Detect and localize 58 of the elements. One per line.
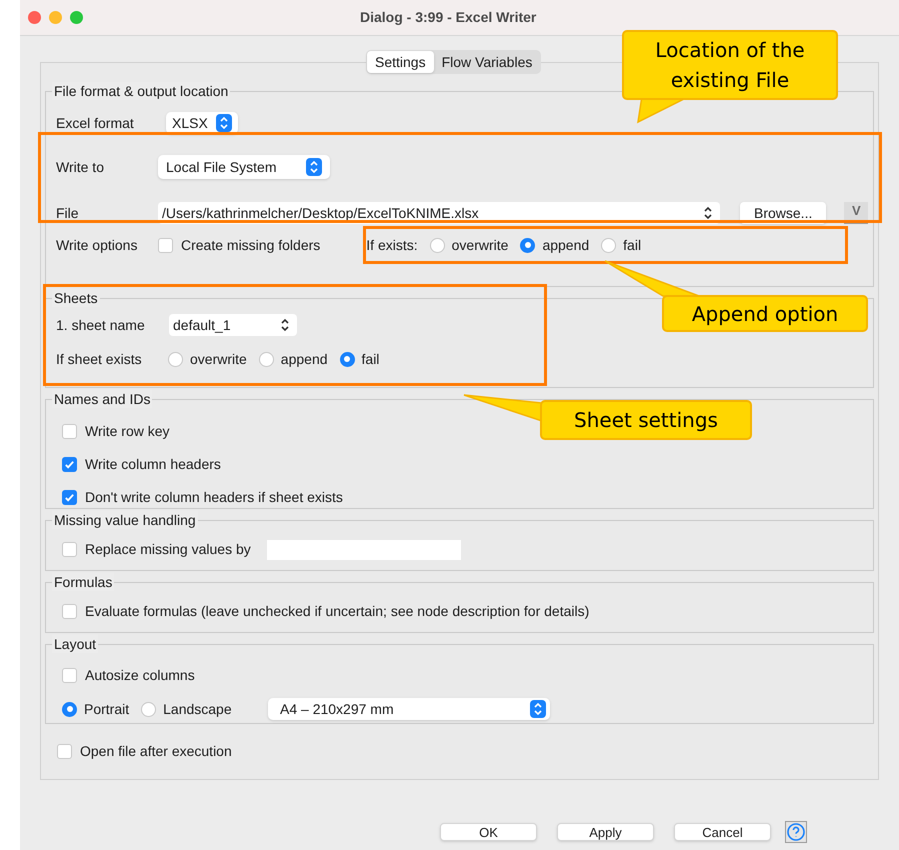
checkbox[interactable] xyxy=(62,604,77,619)
field-label: Excel format xyxy=(56,114,135,132)
radio-button[interactable] xyxy=(520,238,536,252)
checkbox[interactable] xyxy=(57,744,72,759)
checkbox-label: Create missing folders xyxy=(181,236,320,255)
checkmark-icon xyxy=(64,492,75,503)
checkmark-icon xyxy=(64,459,75,470)
radio-button[interactable] xyxy=(62,702,77,716)
dialog-button[interactable]: Apply xyxy=(557,823,654,841)
stepper-icon xyxy=(216,114,232,132)
radio-label: overwrite xyxy=(190,350,247,368)
checkbox[interactable] xyxy=(62,457,77,472)
radio-button[interactable] xyxy=(258,352,274,366)
write-to-dropdown[interactable]: Local File System xyxy=(158,155,330,179)
stepper-icon xyxy=(306,158,322,176)
field-label: Write options xyxy=(56,236,138,255)
checkbox-label: Open file after execution xyxy=(80,742,232,761)
field-label: File xyxy=(56,204,80,222)
field-label: If exists: xyxy=(366,236,418,254)
checkbox-label: Evaluate formulas (leave unchecked if uncertain; see node description for details) xyxy=(85,602,590,621)
radio-button[interactable] xyxy=(141,702,156,716)
checkbox[interactable] xyxy=(158,238,173,252)
dialog-button[interactable]: OK xyxy=(440,823,537,841)
window-title: Dialog - 3:99 - Excel Writer xyxy=(360,8,536,27)
checkbox-label: Don't write column headers if sheet exists xyxy=(85,488,343,507)
close-icon[interactable] xyxy=(28,11,41,24)
checkbox[interactable] xyxy=(62,668,77,683)
radio-label: overwrite xyxy=(452,236,508,254)
format-dropdown[interactable]: XLSX xyxy=(166,112,238,134)
dialog-button[interactable]: Cancel xyxy=(674,823,771,841)
paper-size-dropdown[interactable]: A4 – 210x297 mm xyxy=(268,698,550,720)
checkbox-label: Write row key xyxy=(85,422,170,441)
maximize-icon[interactable] xyxy=(70,11,83,24)
radio-label: Portrait xyxy=(84,700,130,718)
checkbox[interactable] xyxy=(62,542,77,557)
checkbox[interactable] xyxy=(62,490,77,505)
field-label: If sheet exists xyxy=(56,350,143,368)
minimize-icon[interactable] xyxy=(49,11,62,24)
radio-label: fail xyxy=(362,350,380,368)
help-icon[interactable] xyxy=(785,821,807,843)
radio-button[interactable] xyxy=(601,238,616,252)
radio-label: fail xyxy=(623,236,642,254)
radio-label: append xyxy=(542,236,590,255)
checkbox-label: Write column headers xyxy=(85,455,221,474)
checkbox-label: Autosize columns xyxy=(85,666,195,685)
sheet-name-field[interactable]: default_1 xyxy=(169,314,297,336)
field-label: Write to xyxy=(56,158,105,176)
radio-label: Landscape xyxy=(163,700,232,719)
checkbox[interactable] xyxy=(62,424,77,439)
radio-button[interactable] xyxy=(430,238,445,252)
tab[interactable]: Flow Variables xyxy=(434,51,540,73)
radio-label: append xyxy=(280,350,328,369)
radio-button[interactable] xyxy=(340,352,355,366)
radio-button[interactable] xyxy=(168,352,183,366)
tab[interactable]: Settings xyxy=(367,51,434,73)
field-label: 1. sheet name xyxy=(56,316,146,334)
checkbox-label: Replace missing values by xyxy=(85,540,251,559)
stepper-icon xyxy=(530,700,546,718)
